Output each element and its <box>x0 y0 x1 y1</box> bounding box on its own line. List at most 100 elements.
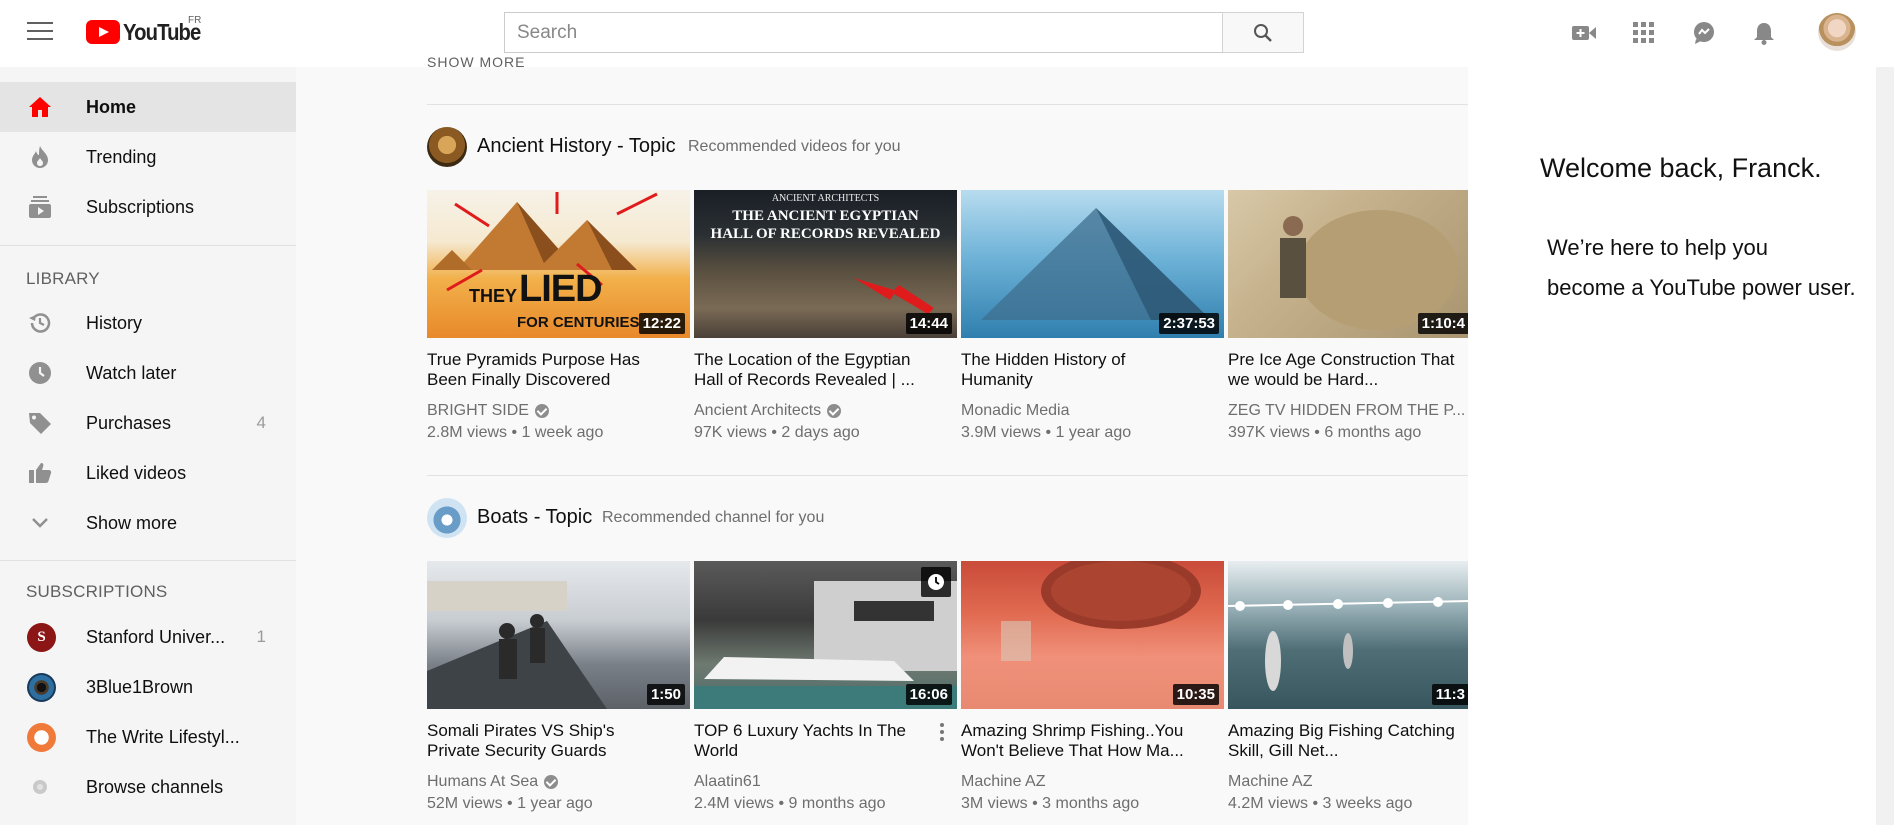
channel-name[interactable]: Monadic Media <box>961 402 1070 420</box>
video-thumbnail[interactable]: 11:3 <box>1228 561 1469 709</box>
video-duration: 1:10:4 <box>1417 313 1469 334</box>
sidebar-item-liked-videos[interactable]: Liked videos <box>0 448 296 498</box>
page-scrollbar[interactable] <box>1876 67 1894 825</box>
video-channel[interactable]: Monadic Media <box>961 402 1070 420</box>
messages-icon[interactable] <box>1691 20 1717 46</box>
sidebar-item-purchases[interactable]: Purchases 4 <box>0 398 296 448</box>
video-title[interactable]: Pre Ice Age Construction That we would b… <box>1228 350 1468 390</box>
video-duration: 12:22 <box>638 313 685 334</box>
shelf-subtitle: Recommended channel for you <box>602 509 825 526</box>
video-title[interactable]: TOP 6 Luxury Yachts In The World <box>694 721 934 761</box>
video-duration: 11:3 <box>1431 684 1469 705</box>
feed-divider <box>427 475 1469 476</box>
menu-icon[interactable] <box>27 22 53 42</box>
video-meta: 3.9M views • 1 year ago <box>961 424 1132 441</box>
create-video-icon[interactable] <box>1571 20 1597 46</box>
video-channel[interactable]: Machine AZ <box>961 773 1045 791</box>
channel-name[interactable]: Alaatin61 <box>694 773 761 791</box>
home-icon <box>27 94 53 120</box>
flame-icon <box>27 144 53 170</box>
thumbnail-text: LIED <box>519 268 603 310</box>
sidebar-item-label: The Write Lifestyl... <box>86 726 240 747</box>
account-avatar[interactable] <box>1818 13 1856 51</box>
video-title[interactable]: The Hidden History of Humanity <box>961 350 1201 390</box>
shelf-title[interactable]: Boats - Topic <box>477 506 592 529</box>
video-title[interactable]: True Pyramids Purpose Has Been Finally D… <box>427 350 667 390</box>
video-thumbnail[interactable]: 10:35 <box>961 561 1224 709</box>
video-duration: 10:35 <box>1172 684 1219 705</box>
play-logo-icon <box>86 20 120 44</box>
channel-name[interactable]: Machine AZ <box>961 773 1045 791</box>
sidebar-subscription-stanford[interactable]: S Stanford Univer... 1 <box>0 612 296 662</box>
sidebar-item-browse-channels[interactable]: Browse channels <box>0 762 296 812</box>
video-duration: 1:50 <box>646 684 685 705</box>
shelf-channel-avatar[interactable] <box>427 127 467 167</box>
search-bar <box>504 12 1304 53</box>
chevron-down-icon <box>27 510 53 536</box>
sidebar-divider <box>0 245 296 246</box>
video-title[interactable]: The Location of the Egyptian Hall of Rec… <box>694 350 934 390</box>
video-thumbnail[interactable]: 1:50 <box>427 561 690 709</box>
sidebar-item-label: Show more <box>86 512 178 533</box>
logo-region: FR <box>188 15 202 26</box>
sidebar-item-label: Subscriptions <box>86 196 195 217</box>
search-input[interactable] <box>504 12 1222 53</box>
welcome-panel: Welcome back, Franck. We’re here to help… <box>1468 67 1894 825</box>
thumbnail-text: THEY <box>469 286 518 306</box>
channel-avatar <box>27 722 56 752</box>
video-thumbnail[interactable]: 1:10:4 <box>1228 190 1469 338</box>
video-duration: 14:44 <box>905 313 952 334</box>
youtube-logo[interactable]: YouTube FR <box>86 15 211 45</box>
video-channel[interactable]: Ancient Architects <box>694 402 842 420</box>
channel-name[interactable]: Ancient Architects <box>694 402 821 420</box>
sidebar-item-trending[interactable]: Trending <box>0 132 296 182</box>
sidebar-item-label: Trending <box>86 146 157 167</box>
verified-check-icon <box>534 404 549 418</box>
sidebar-item-home[interactable]: Home <box>0 82 296 132</box>
video-title[interactable]: Somali Pirates VS Ship's Private Securit… <box>427 721 667 761</box>
sidebar-item-subscriptions[interactable]: Subscriptions <box>0 182 296 232</box>
video-channel[interactable]: BRIGHT SIDE <box>427 402 549 420</box>
video-duration: 2:37:53 <box>1159 313 1219 334</box>
channel-name[interactable]: BRIGHT SIDE <box>427 402 529 420</box>
show-more-link[interactable]: SHOW MORE <box>427 54 525 70</box>
video-thumbnail[interactable]: 2:37:53 <box>961 190 1224 338</box>
history-icon <box>27 310 53 336</box>
video-thumbnail[interactable]: 16:06 <box>694 561 957 709</box>
sidebar-item-label: History <box>86 312 143 333</box>
notifications-bell-icon[interactable] <box>1751 20 1777 46</box>
sidebar-subscription-3blue1brown[interactable]: 3Blue1Brown <box>0 662 296 712</box>
subscriptions-heading: SUBSCRIPTIONS <box>26 582 168 601</box>
main-feed: SHOW MORE Ancient History - Topic Recomm… <box>296 54 1469 825</box>
watch-later-icon[interactable] <box>921 567 951 597</box>
sidebar-item-label: Purchases <box>86 412 172 433</box>
video-thumbnail[interactable]: THEY LIED FOR CENTURIES 12:22 <box>427 190 690 338</box>
video-meta: 4.2M views • 3 weeks ago <box>1228 795 1413 812</box>
shelf-channel-avatar[interactable] <box>427 498 467 538</box>
verified-check-icon <box>544 775 559 789</box>
shelf-title[interactable]: Ancient History - Topic <box>477 135 676 158</box>
feed-divider <box>427 104 1469 105</box>
video-channel[interactable]: Alaatin61 <box>694 773 761 791</box>
sidebar: Home Trending Subscriptions LIBRARY Hist… <box>0 67 296 825</box>
video-meta: 3M views • 3 months ago <box>961 795 1140 812</box>
sidebar-item-watch-later[interactable]: Watch later <box>0 348 296 398</box>
new-videos-count: 1 <box>256 627 266 646</box>
video-thumbnail[interactable]: ANCIENT ARCHITECTS THE ANCIENT EGYPTIAN … <box>694 190 957 338</box>
video-channel[interactable]: ZEG TV HIDDEN FROM THE P... <box>1228 402 1465 420</box>
welcome-text-line: We’re here to help you <box>1547 235 1768 260</box>
sidebar-item-show-more[interactable]: Show more <box>0 498 296 548</box>
channel-name[interactable]: Humans At Sea <box>427 773 538 791</box>
sidebar-subscription-write-lifestyle[interactable]: The Write Lifestyl... <box>0 712 296 762</box>
video-channel[interactable]: Humans At Sea <box>427 773 559 791</box>
video-title[interactable]: Amazing Shrimp Fishing..You Won't Believ… <box>961 721 1201 761</box>
video-channel[interactable]: Machine AZ <box>1228 773 1312 791</box>
apps-grid-icon[interactable] <box>1631 20 1657 46</box>
more-actions-icon[interactable] <box>939 722 945 742</box>
video-title[interactable]: Amazing Big Fishing Catching Skill, Gill… <box>1228 721 1468 761</box>
search-button[interactable] <box>1222 12 1304 53</box>
channel-name[interactable]: Machine AZ <box>1228 773 1312 791</box>
thumbs-up-icon <box>27 460 53 486</box>
channel-name[interactable]: ZEG TV HIDDEN FROM THE P... <box>1228 402 1465 420</box>
sidebar-item-history[interactable]: History <box>0 298 296 348</box>
